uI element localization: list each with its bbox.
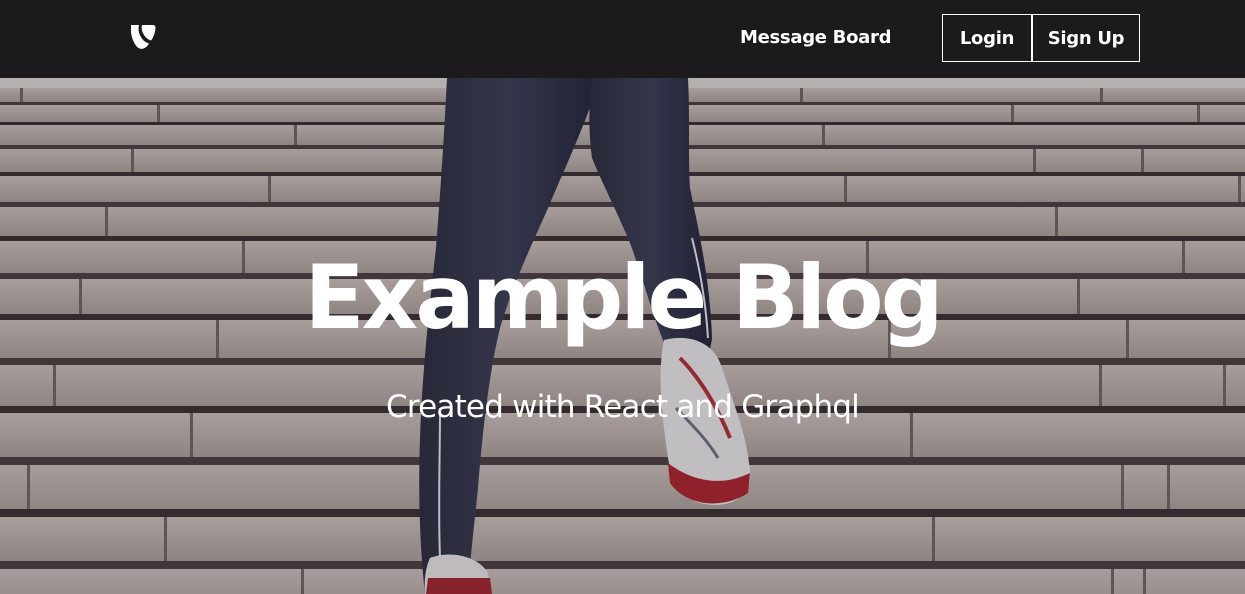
nav-link-message-board[interactable]: Message Board xyxy=(740,27,891,48)
login-button[interactable]: Login xyxy=(942,14,1032,62)
brand-logo-icon[interactable] xyxy=(128,23,158,51)
hero-title: Example Blog xyxy=(304,246,943,349)
hero-subtitle: Created with React and Graphql xyxy=(386,389,860,425)
top-navbar: Message Board Login Sign Up xyxy=(0,0,1245,78)
signup-button[interactable]: Sign Up xyxy=(1032,14,1140,62)
hero-section: Example Blog Created with React and Grap… xyxy=(0,78,1245,594)
